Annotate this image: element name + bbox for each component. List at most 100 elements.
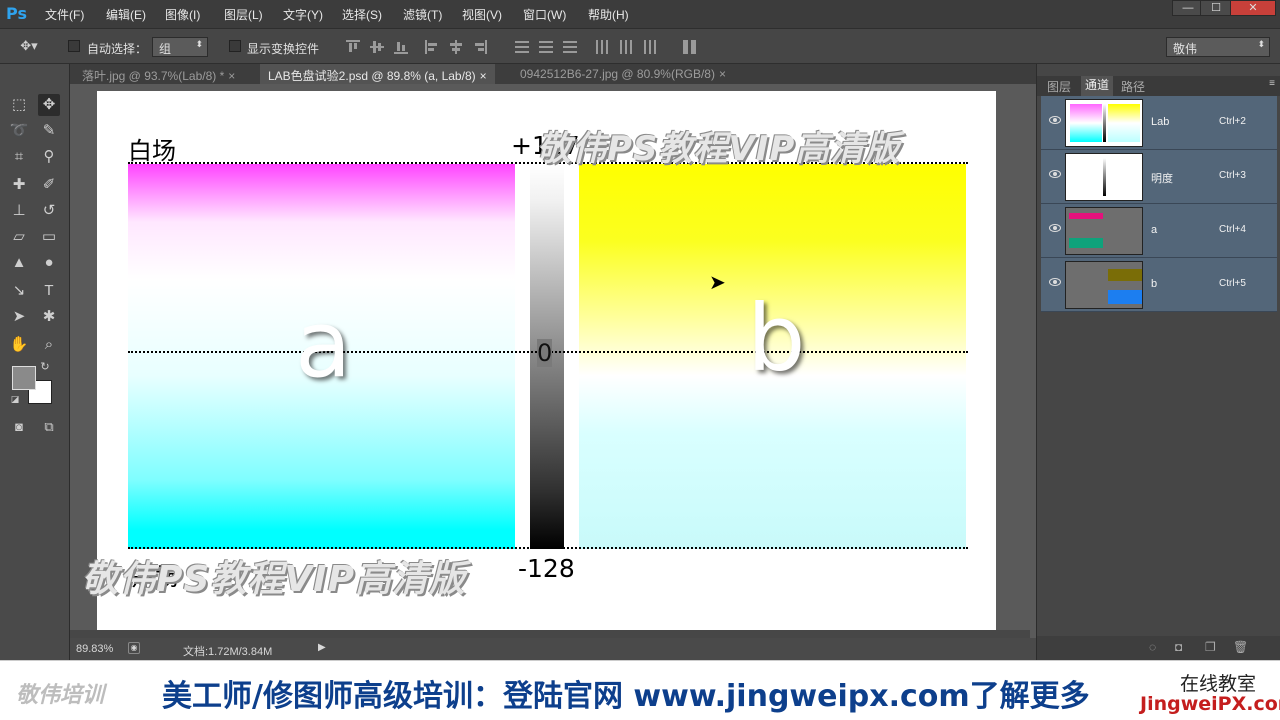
marquee-tool-icon[interactable]: ⬚	[8, 94, 30, 116]
save-selection-icon[interactable]: ◘	[1175, 640, 1182, 654]
auto-select-checkbox[interactable]	[68, 40, 80, 52]
maximize-button[interactable]: ☐	[1200, 0, 1232, 16]
type-tool-icon[interactable]: T	[38, 280, 60, 302]
auto-select-label: 自动选择：	[87, 42, 148, 56]
watermark-bottom: 敬伟PS教程VIP高清版	[82, 559, 466, 600]
menu-bar: Ps 文件(F) 编辑(E) 图像(I) 图层(L) 文字(Y) 选择(S) 滤…	[0, 0, 1280, 28]
auto-align-icon[interactable]	[683, 40, 697, 54]
channel-row-a[interactable]: a Ctrl+4	[1041, 204, 1277, 258]
menu-type[interactable]: 文字(Y)	[283, 6, 323, 23]
visibility-eye-icon[interactable]	[1049, 116, 1061, 124]
clone-stamp-tool-icon[interactable]: ⊥	[8, 200, 30, 222]
bottom-dotted-line	[128, 547, 968, 549]
distribute-right-icon[interactable]	[643, 40, 657, 54]
trash-icon[interactable]: 🗑	[1233, 640, 1248, 654]
tab-paths[interactable]: 路径	[1121, 78, 1145, 95]
dropdown-arrow-icon: ⬍	[1257, 39, 1265, 49]
doc-tab-rgb-image[interactable]: 0942512B6-27.jpg @ 80.9%(RGB/8) ×	[512, 64, 734, 84]
channel-shortcut: Ctrl+3	[1219, 170, 1246, 181]
gradient-tool-icon[interactable]: ▭	[38, 226, 60, 248]
swap-colors-icon[interactable]: ↻	[38, 360, 52, 374]
custom-shape-tool-icon[interactable]: ✱	[38, 306, 60, 328]
menu-edit[interactable]: 编辑(E)	[106, 6, 146, 23]
status-menu-arrow-icon[interactable]: ▶	[318, 642, 326, 653]
path-selection-tool-icon[interactable]: ➤	[8, 306, 30, 328]
tab-channels[interactable]: 通道	[1081, 76, 1114, 96]
brush-tool-icon[interactable]: ✐	[38, 174, 60, 196]
show-transform-checkbox[interactable]	[229, 40, 241, 52]
default-colors-icon[interactable]: ◪	[8, 392, 22, 406]
tab-layers[interactable]: 图层	[1047, 78, 1071, 95]
align-left-icon[interactable]	[425, 40, 439, 54]
align-bottom-icon[interactable]	[394, 40, 408, 54]
new-channel-icon[interactable]: ❐	[1205, 640, 1216, 654]
panel-menu-icon[interactable]: ≡	[1269, 78, 1275, 89]
banner-site-link[interactable]: JingweiPX.com	[1140, 693, 1280, 715]
align-right-icon[interactable]	[473, 40, 487, 54]
load-selection-icon[interactable]: ◌	[1149, 640, 1156, 654]
channel-row-b[interactable]: b Ctrl+5	[1041, 258, 1277, 312]
crop-tool-icon[interactable]: ⌗	[8, 146, 30, 168]
foreground-color-swatch[interactable]	[12, 366, 36, 390]
horizontal-scrollbar[interactable]	[70, 630, 1030, 638]
eyedropper-tool-icon[interactable]: ⚲	[38, 146, 60, 168]
menu-file[interactable]: 文件(F)	[45, 6, 84, 23]
align-vcenter-icon[interactable]	[370, 40, 384, 54]
doc-tab-leaves[interactable]: 落叶.jpg @ 93.7%(Lab/8) * ×	[74, 64, 243, 84]
workspace-dropdown[interactable]: 敬伟 ⬍	[1166, 37, 1270, 57]
white-point-label: 白场	[128, 137, 176, 165]
menu-select[interactable]: 选择(S)	[342, 6, 382, 23]
banner-text[interactable]: 美工师/修图师高级培训：登陆官网 www.jingweipx.com了解更多	[162, 671, 1090, 715]
distribute-vcenter-icon[interactable]	[539, 40, 553, 54]
visibility-eye-icon[interactable]	[1049, 224, 1061, 232]
dodge-tool-icon[interactable]: ●	[38, 252, 60, 274]
history-brush-tool-icon[interactable]: ↺	[38, 200, 60, 222]
visibility-eye-icon[interactable]	[1049, 278, 1061, 286]
menu-window[interactable]: 窗口(W)	[523, 6, 566, 23]
menu-view[interactable]: 视图(V)	[462, 6, 502, 23]
blur-tool-icon[interactable]: ▲	[8, 252, 30, 274]
lasso-tool-icon[interactable]: ➰	[8, 120, 30, 142]
menu-filter[interactable]: 滤镜(T)	[403, 6, 442, 23]
screen-mode-icon[interactable]: ⧉	[38, 416, 60, 438]
channels-panel: 图层 通道 路径 ≡ Lab Ctrl+2 明度 Ctrl+3 a Ctrl+4…	[1036, 64, 1280, 660]
channel-name: b	[1151, 278, 1158, 290]
quick-select-tool-icon[interactable]: ✎	[38, 120, 60, 142]
zoom-level[interactable]: 89.83%	[76, 643, 113, 655]
watermark-top: 敬伟PS教程VIP高清版	[537, 129, 901, 169]
document-tabs: 落叶.jpg @ 93.7%(Lab/8) * × LAB色盘试验2.psd @ …	[70, 64, 1036, 84]
distribute-left-icon[interactable]	[595, 40, 609, 54]
healing-brush-tool-icon[interactable]: ✚	[8, 174, 30, 196]
close-tab-icon[interactable]: ×	[480, 69, 487, 83]
hand-tool-icon[interactable]: ✋	[8, 334, 30, 356]
close-tab-icon[interactable]: ×	[719, 67, 726, 81]
panel-footer: ◌ ◘ ❐ 🗑	[1037, 636, 1280, 660]
pen-tool-icon[interactable]: ↘	[8, 280, 30, 302]
eraser-tool-icon[interactable]: ▱	[8, 226, 30, 248]
menu-help[interactable]: 帮助(H)	[588, 6, 629, 23]
close-button[interactable]: ✕	[1230, 0, 1276, 16]
align-hcenter-icon[interactable]	[449, 40, 463, 54]
move-tool-preset-icon[interactable]: ✥▾	[18, 35, 40, 57]
quick-mask-icon[interactable]: ◙	[8, 416, 30, 438]
tools-panel: ⬚ ✥ ➰ ✎ ⌗ ⚲ ✚ ✐ ⊥ ↺ ▱ ▭ ▲ ● ↘ T ➤ ✱ ✋ ⌕ …	[0, 64, 70, 660]
channel-thumbnail	[1065, 207, 1143, 255]
distribute-hcenter-icon[interactable]	[619, 40, 633, 54]
distribute-top-icon[interactable]	[515, 40, 529, 54]
zoom-tool-icon[interactable]: ⌕	[38, 334, 60, 356]
visibility-eye-icon[interactable]	[1049, 170, 1061, 178]
channel-row-lab[interactable]: Lab Ctrl+2	[1041, 96, 1277, 150]
status-info-icon[interactable]: ◉	[128, 642, 140, 654]
auto-select-dropdown[interactable]: 组 ⬍	[152, 37, 208, 57]
channel-shortcut: Ctrl+2	[1219, 116, 1246, 127]
close-tab-icon[interactable]: ×	[228, 69, 235, 83]
menu-layer[interactable]: 图层(L)	[224, 6, 263, 23]
align-top-icon[interactable]	[346, 40, 360, 54]
menu-image[interactable]: 图像(I)	[165, 6, 200, 23]
move-tool-icon[interactable]: ✥	[38, 94, 60, 116]
zero-value-label: 0	[537, 339, 553, 367]
channel-row-lightness[interactable]: 明度 Ctrl+3	[1041, 150, 1277, 204]
distribute-bottom-icon[interactable]	[563, 40, 577, 54]
channel-name: a	[1151, 224, 1158, 236]
doc-tab-lab-wheel[interactable]: LAB色盘试验2.psd @ 89.8% (a, Lab/8) ×	[260, 64, 495, 84]
